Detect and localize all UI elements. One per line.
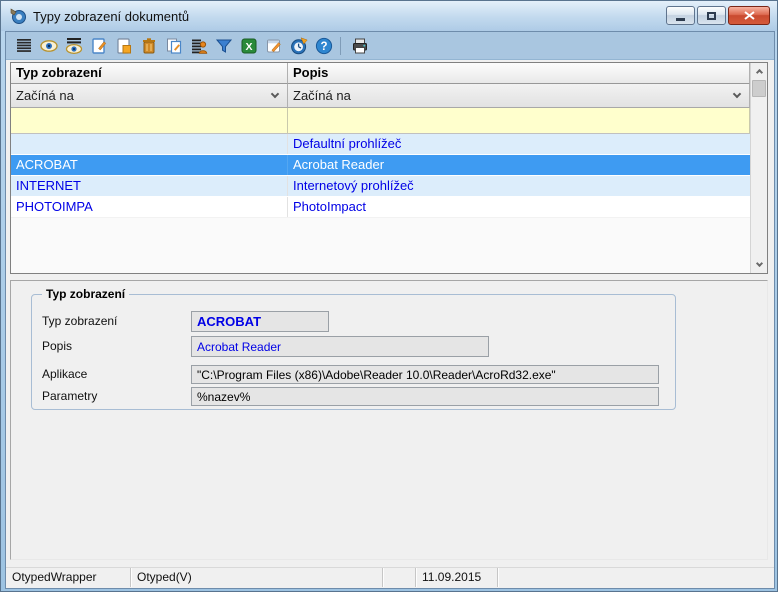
grid-empty-area: [11, 218, 750, 274]
copy-icon: [165, 37, 183, 55]
help-button[interactable]: ?: [311, 34, 336, 58]
trash-icon: [140, 37, 158, 55]
new-record-button[interactable]: [86, 34, 111, 58]
grid-search-row: [11, 108, 750, 134]
maximize-icon: [707, 12, 716, 20]
cell-typ: [11, 134, 288, 154]
filter-dropdown-popis[interactable]: Začíná na: [288, 84, 750, 108]
clock-compass-icon: [290, 37, 308, 55]
list-person-icon: [190, 37, 208, 55]
view-list-button[interactable]: [11, 34, 36, 58]
window-controls: [666, 6, 770, 25]
data-grid: Typ zobrazení Popis Začíná na Začíná na: [10, 62, 768, 274]
field-label-typ: Typ zobrazení: [42, 314, 117, 328]
field-value-popis[interactable]: Acrobat Reader: [191, 336, 489, 357]
toolbar-separator: [340, 37, 341, 55]
new-page-icon: [90, 37, 108, 55]
table-row-internet[interactable]: INTERNET Internetový prohlížeč: [11, 176, 750, 197]
details-panel: Typ zobrazení Typ zobrazení ACROBAT Popi…: [10, 280, 768, 560]
toolbar: X ?: [6, 32, 774, 60]
edit-record-button[interactable]: [111, 34, 136, 58]
column-header-popis[interactable]: Popis: [288, 63, 750, 84]
table-row-photoimpa[interactable]: PHOTOIMPA PhotoImpact: [11, 197, 750, 218]
field-label-aplikace: Aplikace: [42, 367, 87, 381]
app-icon: [9, 7, 27, 25]
svg-text:X: X: [245, 41, 252, 53]
printer-icon: [351, 37, 369, 55]
preview-record-button[interactable]: [61, 34, 86, 58]
delete-record-button[interactable]: [136, 34, 161, 58]
chevron-down-icon: [755, 260, 762, 267]
help-icon: ?: [315, 37, 333, 55]
status-panel-wrapper: OtypedWrapper: [6, 568, 131, 587]
chevron-down-icon: [733, 90, 741, 98]
assign-record-button[interactable]: [186, 34, 211, 58]
cell-popis: Internetový prohlížeč: [288, 176, 750, 196]
view-record-button[interactable]: [36, 34, 61, 58]
view-list-icon: [15, 37, 33, 55]
filter-funnel-icon: [215, 37, 233, 55]
title-bar[interactable]: Typy zobrazení dokumentů: [1, 1, 778, 31]
maximize-button[interactable]: [697, 6, 726, 25]
history-button[interactable]: [286, 34, 311, 58]
app-window: Typy zobrazení dokumentů: [0, 0, 778, 592]
field-label-parametry: Parametry: [42, 389, 97, 403]
field-value-parametry[interactable]: %nazev%: [191, 387, 659, 406]
chevron-up-icon: [755, 69, 762, 76]
vertical-scrollbar[interactable]: [750, 63, 767, 273]
copy-record-button[interactable]: [161, 34, 186, 58]
column-header-typ-zobrazeni[interactable]: Typ zobrazení: [11, 63, 288, 84]
field-value-aplikace[interactable]: "C:\Program Files (x86)\Adobe\Reader 10.…: [191, 365, 659, 384]
excel-icon: X: [240, 37, 258, 55]
typ-zobrazeni-groupbox: Typ zobrazení Typ zobrazení ACROBAT Popi…: [31, 294, 676, 410]
edit-page-icon: [115, 37, 133, 55]
minimize-icon: [676, 18, 685, 21]
cell-typ: INTERNET: [11, 176, 288, 196]
window-title: Typy zobrazení dokumentů: [33, 9, 189, 24]
close-button[interactable]: [728, 6, 770, 25]
scroll-up-button[interactable]: [751, 63, 767, 79]
scroll-down-button[interactable]: [751, 257, 767, 273]
note-pencil-icon: [265, 37, 283, 55]
cell-popis: PhotoImpact: [288, 197, 750, 217]
svg-text:?: ?: [320, 41, 327, 53]
edit-note-button[interactable]: [261, 34, 286, 58]
status-panel-date: 11.09.2015: [416, 568, 498, 587]
eye-rows-icon: [65, 37, 83, 55]
groupbox-legend: Typ zobrazení: [42, 287, 129, 301]
print-button[interactable]: [347, 34, 372, 58]
status-panel-empty: [383, 568, 416, 587]
scrollbar-thumb[interactable]: [752, 80, 766, 97]
grid-filter-row: Začíná na Začíná na: [11, 84, 750, 108]
export-excel-button[interactable]: X: [236, 34, 261, 58]
chevron-down-icon: [271, 90, 279, 98]
client-area: X ? Typ zobrazení Popis: [5, 31, 775, 589]
status-panel-module: Otyped(V): [131, 568, 383, 587]
cell-popis: Acrobat Reader: [288, 155, 750, 175]
grid-header-row: Typ zobrazení Popis: [11, 63, 750, 84]
close-icon: [744, 11, 755, 20]
filter-dropdown-popis-value: Začíná na: [293, 88, 351, 103]
filter-dropdown-typ-value: Začíná na: [16, 88, 74, 103]
table-row-acrobat[interactable]: ACROBAT Acrobat Reader: [11, 155, 750, 176]
cell-popis: Defaultní prohlížeč: [288, 134, 750, 154]
grid-body: Typ zobrazení Popis Začíná na Začíná na: [11, 63, 750, 273]
field-label-popis: Popis: [42, 339, 72, 353]
minimize-button[interactable]: [666, 6, 695, 25]
field-value-typ[interactable]: ACROBAT: [191, 311, 329, 332]
search-cell-popis[interactable]: [288, 108, 750, 134]
search-cell-typ[interactable]: [11, 108, 288, 134]
status-panel-right: [498, 568, 774, 587]
status-bar: OtypedWrapper Otyped(V) 11.09.2015: [6, 567, 774, 587]
table-row-default[interactable]: Defaultní prohlížeč: [11, 134, 750, 155]
eye-icon: [40, 37, 58, 55]
filter-button[interactable]: [211, 34, 236, 58]
cell-typ: PHOTOIMPA: [11, 197, 288, 217]
filter-dropdown-typ[interactable]: Začíná na: [11, 84, 288, 108]
cell-typ: ACROBAT: [11, 155, 288, 175]
